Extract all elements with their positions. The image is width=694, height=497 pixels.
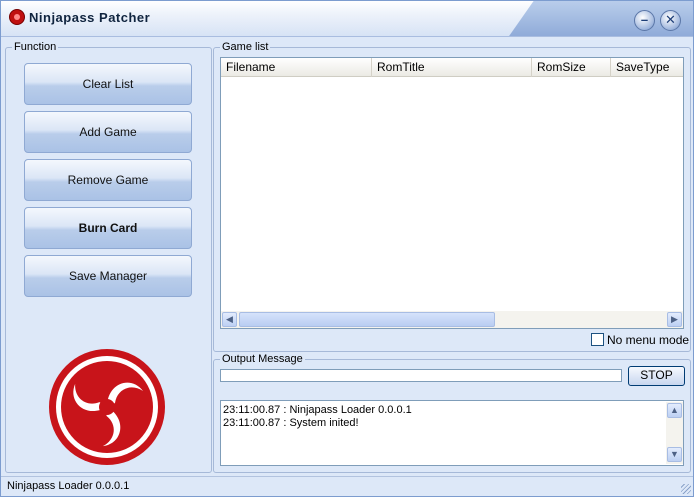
game-list-view[interactable]: Filename RomTitle RomSize SaveType ◀ ▶: [220, 57, 684, 329]
column-header-savetype[interactable]: SaveType: [611, 58, 683, 77]
app-logo-icon[interactable]: [9, 9, 25, 25]
stop-button[interactable]: STOP: [628, 366, 685, 386]
close-button[interactable]: ✕: [660, 10, 681, 31]
scroll-left-icon[interactable]: ◀: [222, 312, 237, 327]
scroll-up-icon[interactable]: ▲: [667, 403, 682, 418]
game-list-legend: Game list: [222, 41, 269, 53]
column-header-filename[interactable]: Filename: [221, 58, 372, 77]
no-menu-mode-checkbox[interactable]: [591, 333, 604, 346]
game-list-header: Filename RomTitle RomSize SaveType: [221, 58, 683, 77]
game-list-horizontal-scrollbar[interactable]: ◀ ▶: [221, 311, 683, 328]
main-window: Ninjapass Patcher – ✕ Function Clear Lis…: [0, 0, 694, 497]
column-header-romtitle[interactable]: RomTitle: [372, 58, 532, 77]
add-game-button[interactable]: Add Game: [24, 111, 192, 153]
log-line: 23:11:00.87 : Ninjapass Loader 0.0.0.1: [223, 404, 412, 416]
burn-card-button[interactable]: Burn Card: [24, 207, 192, 249]
scrollbar-thumb[interactable]: [239, 312, 495, 327]
save-manager-button[interactable]: Save Manager: [24, 255, 192, 297]
no-menu-mode-label[interactable]: No menu mode: [607, 333, 689, 347]
function-group-legend: Function: [14, 41, 57, 53]
output-log[interactable]: 23:11:00.87 : Ninjapass Loader 0.0.0.1 2…: [220, 400, 684, 466]
resize-grip-icon[interactable]: [681, 484, 691, 494]
minimize-icon: –: [640, 12, 649, 27]
ninjapass-logo: [49, 349, 165, 465]
window-title: Ninjapass Patcher: [29, 10, 151, 25]
log-line: 23:11:00.87 : System inited!: [223, 417, 359, 429]
column-header-romsize[interactable]: RomSize: [532, 58, 611, 77]
output-message-legend: Output Message: [222, 353, 303, 365]
output-log-vertical-scrollbar[interactable]: ▲ ▼: [666, 402, 683, 464]
title-bar[interactable]: Ninjapass Patcher – ✕: [1, 1, 693, 37]
scroll-right-icon[interactable]: ▶: [667, 312, 682, 327]
remove-game-button[interactable]: Remove Game: [24, 159, 192, 201]
progress-bar: [220, 369, 622, 382]
close-icon: ✕: [665, 12, 676, 27]
scroll-down-icon[interactable]: ▼: [667, 447, 682, 462]
status-text: Ninjapass Loader 0.0.0.1: [7, 480, 130, 492]
clear-list-button[interactable]: Clear List: [24, 63, 192, 105]
minimize-button[interactable]: –: [634, 10, 655, 31]
status-bar: Ninjapass Loader 0.0.0.1: [1, 476, 693, 496]
